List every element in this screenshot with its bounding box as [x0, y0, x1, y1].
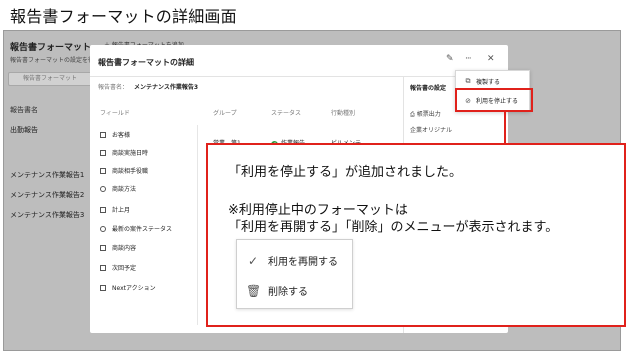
- search-input[interactable]: 報告書フォーマット: [8, 72, 92, 86]
- field-type-icon: [100, 284, 106, 291]
- slide: 報告書フォーマットの詳細画面 報告書フォーマット ＋ 報告書フォーマットを追加 …: [0, 0, 630, 351]
- slide-title: 報告書フォーマットの詳細画面: [10, 7, 237, 26]
- edit-icon[interactable]: ✎: [446, 54, 454, 64]
- list-item[interactable]: メンテナンス作業報告2: [10, 190, 84, 200]
- list-item[interactable]: メンテナンス作業報告1: [10, 170, 84, 180]
- field-item: 次回予定: [100, 263, 136, 272]
- field-item: 商談相手役職: [100, 166, 148, 175]
- close-icon[interactable]: ✕: [487, 54, 495, 64]
- divider: [90, 76, 508, 77]
- modal-title: 報告書フォーマットの詳細: [98, 58, 194, 67]
- callout-connector: [504, 111, 506, 145]
- field-item: 商談実施日時: [100, 148, 148, 157]
- disabled-format-menu: ✓ 利用を再開する 🗑 削除する: [236, 239, 353, 309]
- duplicate-menu-item[interactable]: ⧉ 複製する: [464, 77, 501, 86]
- field-type-icon: [100, 131, 106, 138]
- print-setting: ⎙ 帳票出力: [410, 111, 441, 118]
- field-type-icon: [100, 185, 106, 192]
- column-header-group: グループ: [213, 110, 237, 117]
- column-header-report-name: 報告書名: [10, 106, 38, 114]
- field-type-icon: [100, 264, 106, 271]
- report-name-label: 報告書名：: [98, 84, 129, 91]
- report-name-value: メンテナンス作業報告3: [134, 84, 199, 91]
- field-item: 最新の案件ステータス: [100, 224, 172, 233]
- original-setting: 企業オリジナル: [410, 127, 453, 134]
- field-type-icon: [100, 244, 106, 251]
- copy-icon: ⧉: [465, 77, 471, 85]
- resume-menu-item[interactable]: ✓ 利用を再開する: [246, 253, 338, 269]
- report-settings-label: 報告書の設定: [410, 85, 447, 92]
- divider: [197, 125, 198, 325]
- list-item[interactable]: 出勤報告: [10, 125, 38, 135]
- field-type-icon: [100, 149, 106, 156]
- field-type-icon: [100, 167, 106, 174]
- callout-box: 「利用を停止する」が追加されました。 ※利用停止中のフォーマットは 「利用を再開…: [206, 143, 626, 327]
- trash-icon: 🗑: [246, 283, 262, 298]
- list-item[interactable]: メンテナンス作業報告3: [10, 210, 84, 220]
- app-title: 報告書フォーマット: [10, 43, 92, 53]
- field-item: お客様: [100, 130, 130, 139]
- callout-text: 「利用を停止する」が追加されました。: [228, 165, 463, 180]
- check-icon: ✓: [247, 253, 259, 268]
- field-item: 計上月: [100, 205, 130, 214]
- field-item: 商談方法: [100, 184, 136, 193]
- field-type-icon: [100, 206, 106, 213]
- delete-menu-item[interactable]: 🗑 削除する: [246, 283, 308, 299]
- callout-note: 「利用を再開する」「削除」のメニューが表示されます。: [228, 220, 559, 235]
- app-subtitle: 報告書フォーマットの設定を行: [10, 57, 95, 64]
- column-header-status: ステータス: [271, 110, 302, 117]
- column-header-field: フィールド: [100, 110, 130, 117]
- field-item: 商談内容: [100, 243, 136, 252]
- highlight-box: [455, 88, 533, 112]
- field-type-icon: [100, 225, 106, 232]
- printer-icon: ⎙: [410, 111, 417, 118]
- column-header-action: 行動種別: [331, 110, 356, 117]
- field-item: Nextアクション: [100, 283, 156, 292]
- more-menu-icon[interactable]: ···: [465, 54, 472, 64]
